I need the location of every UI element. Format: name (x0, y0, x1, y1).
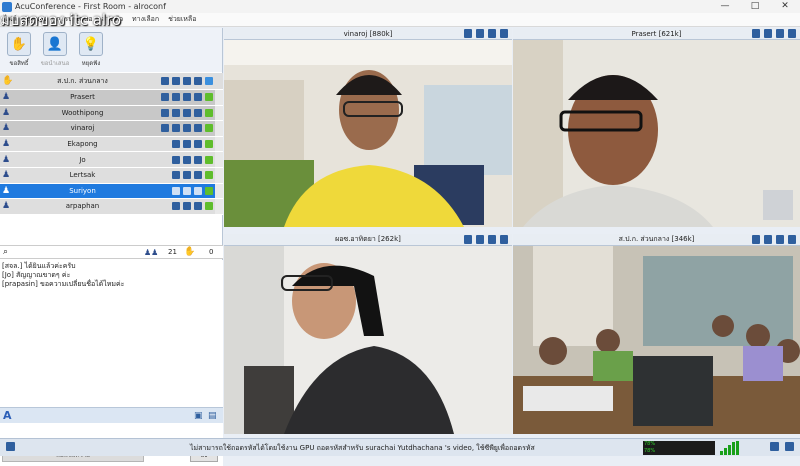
chat-message: [สจล.] ได้ยินแล้วค่ะครับ (2, 262, 76, 270)
chat-message: [prapasin] ขอความเปลี่ยนชื่อได้ไหมค่ะ (2, 280, 125, 288)
chat-log: [สจล.] ได้ยินแล้วค่ะครับ [Jo] สัญญาณขาดๆ… (0, 260, 223, 407)
status-icons (158, 108, 213, 117)
camera-icon[interactable] (476, 235, 484, 244)
edit-icon[interactable] (776, 29, 784, 38)
participant-row[interactable]: ♟ arpaphan (0, 199, 223, 215)
edit-icon[interactable] (488, 235, 496, 244)
video-label: vinaroj [880k] (343, 29, 393, 38)
hand-count: 0 (209, 248, 214, 256)
video-header: ส.ป.ก. ส่วนกลาง [346k] (513, 234, 800, 246)
emoticon-icon[interactable]: ▣ (194, 411, 203, 421)
hand-icon: ✋ (184, 247, 196, 257)
video-label: ผอซ.อาทิตยา [262k] (335, 235, 401, 243)
participant-row[interactable]: ♟ Lertsak (0, 167, 223, 184)
status-icons (158, 93, 213, 102)
save-icon[interactable]: ▤ (208, 411, 217, 421)
video-tile-vinaroj[interactable]: vinaroj [880k] (224, 28, 512, 227)
video-tile-atitaya[interactable]: ผอซ.อาทิตยา [262k] (224, 234, 512, 434)
status-icons (169, 140, 213, 149)
close-icon[interactable] (500, 235, 508, 244)
chat-message: [Jo] สัญญาณขาดๆ ค่ะ (2, 271, 71, 279)
camera-icon[interactable] (476, 29, 484, 38)
video-controls (748, 235, 796, 244)
cpu-meter: 78% 78% (643, 441, 715, 455)
window-controls: — □ ✕ (710, 0, 800, 13)
download-icon[interactable] (464, 29, 472, 38)
status-icons (158, 124, 213, 133)
chat-format-bar: A ▣ ▤ (0, 407, 223, 423)
video-feed (224, 246, 512, 434)
video-controls (460, 235, 508, 244)
close-icon[interactable] (500, 29, 508, 38)
video-controls (460, 29, 508, 38)
video-controls (748, 29, 796, 38)
video-feed (513, 246, 800, 434)
status-icons (169, 171, 213, 180)
menu-item[interactable]: ช่วยเหลือ (168, 14, 196, 25)
participant-row[interactable]: ♟ Woothipong (0, 105, 223, 122)
status-bar: ไม่สามารถใช้ถอดรหัสได้โดยใช้งาน GPU ถอดร… (0, 438, 800, 456)
people-icon: ♟♟ (144, 247, 159, 257)
present-icon: 👤 (43, 32, 67, 56)
close-icon[interactable] (788, 235, 796, 244)
signal-bars-icon (720, 441, 742, 455)
menu-item[interactable]: ทางเลือก (132, 14, 159, 25)
list-status-bar: ⌕ ♟♟ 21 ✋ 0 (0, 245, 223, 259)
participant-row[interactable]: ♟ Ekapong (0, 136, 223, 153)
status-icons (158, 77, 213, 85)
camera-icon[interactable] (764, 29, 772, 38)
video-header: Prasert [621k] (513, 28, 800, 40)
status-icons (169, 186, 213, 195)
participant-row[interactable]: ✋ ส.ป.ก. ส่วนกลาง (0, 73, 223, 90)
video-feed (513, 40, 800, 227)
help-icon[interactable] (785, 442, 794, 451)
video-label: ส.ป.ก. ส่วนกลาง [346k] (618, 235, 695, 243)
raise-hand-icon: ✋ (7, 32, 31, 56)
font-icon[interactable]: A (3, 409, 12, 422)
download-icon[interactable] (752, 235, 760, 244)
minimize-icon[interactable]: — (710, 0, 740, 13)
camera-icon[interactable] (764, 235, 772, 244)
stop-listen-button[interactable]: 💡 หยุดฟัง (74, 32, 108, 72)
edit-icon[interactable] (776, 235, 784, 244)
info-icon[interactable] (6, 442, 15, 451)
video-tile-prasert[interactable]: Prasert [621k] (513, 28, 800, 227)
video-tile-central[interactable]: ส.ป.ก. ส่วนกลาง [346k] (513, 234, 800, 434)
settings-icon[interactable] (770, 442, 779, 451)
video-label: Prasert [621k] (631, 29, 682, 38)
status-icons (169, 155, 213, 164)
participant-list: ✋ ส.ป.ก. ส่วนกลาง ♟ Prasert ♟ Woothipong… (0, 73, 223, 215)
participant-row[interactable]: ♟ vinaroj (0, 121, 223, 137)
participant-row[interactable]: ♟ Prasert (0, 90, 223, 106)
edit-icon[interactable] (488, 29, 496, 38)
participant-row[interactable]: ♟ Suriyon (0, 183, 223, 200)
video-header: vinaroj [880k] (224, 28, 512, 40)
maximize-icon[interactable]: □ (740, 0, 770, 13)
overlay-title: มบสดของ itc alro (0, 11, 122, 29)
left-pane: ✋ ขอสิทธิ์ 👤 ขอนำเสนอ 💡 หยุดฟัง ✋ ส.ป.ก.… (0, 28, 223, 466)
close-icon[interactable] (788, 29, 796, 38)
video-header: ผอซ.อาทิตยา [262k] (224, 234, 512, 246)
lightbulb-icon: 💡 (79, 32, 103, 56)
status-icons (169, 202, 213, 211)
toolbar: ✋ ขอสิทธิ์ 👤 ขอนำเสนอ 💡 หยุดฟัง (0, 28, 222, 72)
raise-hand-button[interactable]: ✋ ขอสิทธิ์ (2, 32, 36, 72)
participant-count: 21 (168, 248, 177, 256)
participant-row[interactable]: ♟ Jo (0, 152, 223, 168)
status-message: ไม่สามารถใช้ถอดรหัสได้โดยใช้งาน GPU ถอดร… (190, 444, 535, 452)
search-icon[interactable]: ⌕ (3, 247, 8, 257)
video-feed (224, 40, 512, 227)
download-icon[interactable] (464, 235, 472, 244)
present-button[interactable]: 👤 ขอนำเสนอ (38, 32, 72, 72)
download-icon[interactable] (752, 29, 760, 38)
close-icon[interactable]: ✕ (770, 0, 800, 13)
